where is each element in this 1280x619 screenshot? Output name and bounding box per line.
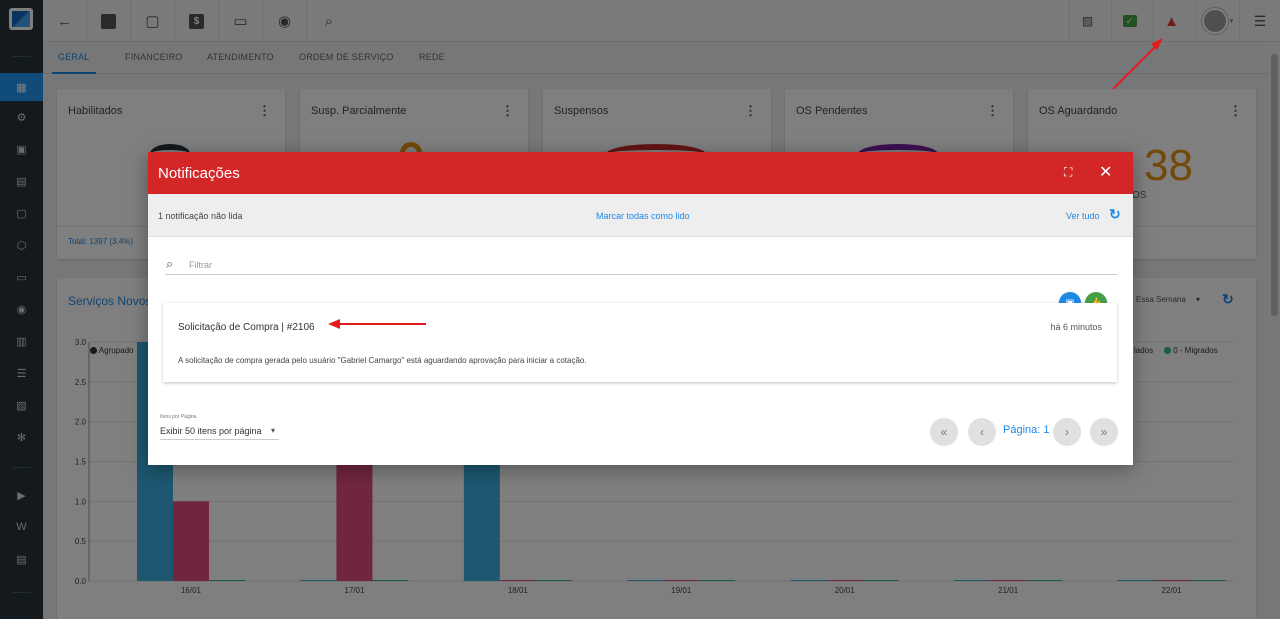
refresh-icon[interactable]: ↻: [1109, 206, 1121, 223]
modal-header: Notificações ⛶ ✕: [148, 152, 1133, 194]
caret-down-icon: ▾: [270, 426, 275, 435]
first-page-button[interactable]: «: [930, 418, 958, 446]
modal-title: Notificações: [158, 165, 240, 182]
fullscreen-icon[interactable]: ⛶: [1064, 165, 1072, 180]
notification-time: há 6 minutos: [1050, 322, 1102, 332]
chevron-right-icon: ›: [1065, 425, 1069, 439]
close-icon[interactable]: ✕: [1099, 162, 1112, 182]
double-chevron-left-icon: «: [940, 425, 948, 439]
last-page-button[interactable]: »: [1090, 418, 1118, 446]
notification-body: A solicitação de compra gerada pelo usuá…: [178, 356, 587, 365]
double-chevron-right-icon: »: [1100, 425, 1108, 439]
notifications-modal: Notificações ⛶ ✕ 1 notificação não lida …: [148, 152, 1133, 465]
notification-item[interactable]: Solicitação de Compra | #2106 há 6 minut…: [163, 303, 1117, 382]
filter-field[interactable]: ⌕ Filtrar: [165, 256, 1117, 275]
search-icon: ⌕: [166, 256, 174, 271]
filter-placeholder: Filtrar: [189, 260, 212, 270]
unread-count: 1 notificação não lida: [158, 211, 243, 221]
per-page-value: Exibir 50 itens por página: [160, 426, 262, 436]
page-indicator: Página: 1: [1003, 424, 1050, 436]
per-page-select[interactable]: Exibir 50 itens por página ▾: [160, 422, 279, 440]
chevron-left-icon: ‹: [980, 425, 984, 439]
previous-page-button[interactable]: ‹: [968, 418, 996, 446]
notifications-toolbar: 1 notificação não lida Marcar todas como…: [148, 194, 1133, 237]
next-page-button[interactable]: ›: [1053, 418, 1081, 446]
per-page-label: Itens por Página: [160, 414, 197, 420]
notification-title: Solicitação de Compra | #2106: [178, 322, 315, 333]
mark-all-read-link[interactable]: Marcar todas como lido: [596, 211, 690, 221]
see-all-link[interactable]: Ver tudo: [1066, 211, 1100, 221]
